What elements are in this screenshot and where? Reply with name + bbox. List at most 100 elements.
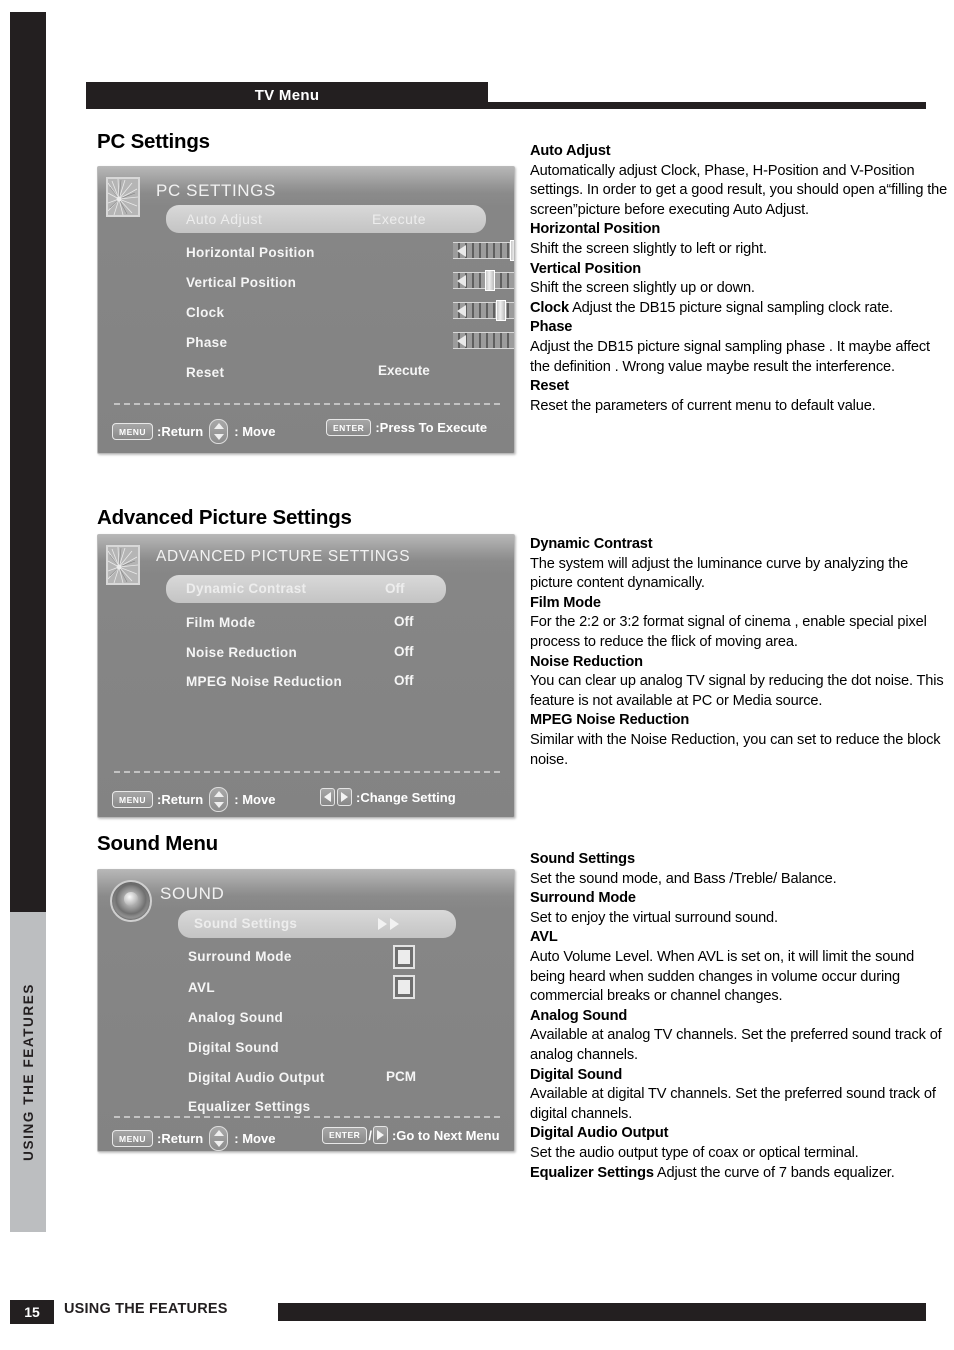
osd-row-phase[interactable]: Phase [186, 335, 227, 350]
osd-row-label: Vertical Position [186, 275, 297, 290]
slider-left-arrow-icon[interactable] [457, 244, 466, 257]
desc-title: Horizontal Position [530, 221, 661, 238]
right-arrow-key-icon[interactable] [372, 1126, 388, 1144]
desc-body: Set the audio output type of coax or opt… [530, 1144, 859, 1161]
menu-key-icon[interactable]: MENU [112, 423, 154, 440]
osd-row-label: Dynamic Contrast [186, 581, 307, 596]
slider-knob[interactable] [510, 240, 514, 261]
desc-title: Digital Audio Output [530, 1125, 669, 1142]
enter-key-icon[interactable]: ENTER [322, 1126, 368, 1144]
osd-row-mpeg-noise-reduction[interactable]: MPEG Noise Reduction [186, 674, 342, 689]
section-heading-pc-settings: PC Settings [97, 130, 210, 153]
updown-key-icon[interactable] [209, 419, 229, 444]
osd-row-label: AVL [188, 980, 215, 995]
slider-left-arrow-icon[interactable] [457, 304, 466, 317]
osd-hint-bar-pc-settings: MENU :Return : Move [112, 419, 275, 444]
slider-left-arrow-icon[interactable] [457, 274, 466, 287]
osd-row-analog-sound[interactable]: Analog Sound [188, 1010, 283, 1025]
hint-return-label: :Return [157, 792, 204, 807]
hint-move-label: : Move [234, 1131, 276, 1146]
osd-hint-next-menu-sound: ENTER / :Go to Next Menu [322, 1126, 500, 1144]
osd-row-label: Digital Sound [188, 1040, 279, 1055]
picture-starburst-icon [106, 177, 140, 217]
osd-panel-sound: SOUND Sound Settings Surround Mode AVL A… [97, 869, 515, 1152]
surround-mode-checkbox[interactable] [393, 945, 415, 969]
desc-body: Reset the parameters of current menu to … [530, 397, 876, 414]
desc-title: Digital Sound [530, 1066, 623, 1083]
osd-hint-change-advanced-picture: :Change Setting [320, 788, 456, 806]
osd-row-dynamic-contrast[interactable]: Dynamic Contrast Off [166, 575, 446, 603]
desc-title: Vertical Position [530, 260, 641, 277]
osd-panel-advanced-picture: ADVANCED PICTURE SETTINGS Dynamic Contra… [97, 534, 515, 818]
menu-key-icon[interactable]: MENU [112, 1130, 154, 1147]
desc-title: Sound Settings [530, 851, 635, 867]
desc-title: Surround Mode [530, 890, 636, 907]
osd-row-film-mode[interactable]: Film Mode [186, 615, 255, 630]
desc-body: The system will adjust the luminance cur… [530, 555, 909, 592]
osd-separator [114, 771, 500, 773]
osd-row-label: Analog Sound [188, 1010, 284, 1025]
desc-body: Automatically adjust Clock, Phase, H-Pos… [530, 162, 948, 218]
clock-slider[interactable] [453, 300, 514, 321]
vertical-position-slider[interactable] [453, 270, 514, 291]
slider-knob[interactable] [496, 300, 506, 321]
updown-key-icon[interactable] [209, 787, 229, 812]
osd-row-equalizer-settings[interactable]: Equalizer Settings [188, 1099, 310, 1114]
desc-title: Auto Adjust [530, 143, 611, 159]
hint-move-label: : Move [234, 424, 276, 439]
osd-row-sound-settings[interactable]: Sound Settings [178, 910, 456, 938]
osd-row-clock[interactable]: Clock [186, 305, 224, 320]
updown-key-icon[interactable] [209, 1126, 229, 1151]
osd-hint-bar-sound: MENU :Return : Move [112, 1126, 275, 1151]
osd-row-value-mpeg-noise-reduction: Off [394, 673, 414, 688]
osd-row-noise-reduction[interactable]: Noise Reduction [186, 645, 297, 660]
slider-knob[interactable] [485, 270, 495, 291]
manual-page: USING THE FEATURES TV Menu PC Settings P… [0, 0, 954, 1350]
osd-row-digital-sound[interactable]: Digital Sound [188, 1040, 279, 1055]
hint-return-label: :Return [157, 424, 204, 439]
sidebar-vertical-label-text: USING THE FEATURES [20, 983, 36, 1161]
desc-title: Analog Sound [530, 1007, 628, 1024]
osd-row-auto-adjust[interactable]: Auto Adjust Execute [166, 205, 486, 233]
desc-body: Adjust the DB15 picture signal sampling … [569, 299, 893, 316]
enter-key-icon[interactable]: ENTER [326, 419, 372, 436]
section-heading-advanced-picture: Advanced Picture Settings [97, 506, 352, 529]
leftright-key-icon[interactable] [320, 788, 352, 806]
desc-title: AVL [530, 929, 558, 946]
osd-row-digital-audio-output[interactable]: Digital Audio Output [188, 1070, 325, 1085]
osd-row-label: Phase [186, 335, 228, 350]
hint-move-label: : Move [234, 792, 276, 807]
description-sound-menu: Sound Settings Set the sound mode, and B… [530, 850, 950, 1183]
hint-next-menu-label: :Go to Next Menu [391, 1127, 500, 1143]
osd-separator [114, 403, 500, 405]
osd-row-horizontal-position[interactable]: Horizontal Position [186, 245, 315, 260]
osd-hint-bar-advanced-picture: MENU :Return : Move [112, 787, 275, 812]
left-arrow-key-icon[interactable] [320, 788, 335, 806]
desc-title: Dynamic Contrast [530, 536, 653, 552]
osd-row-avl[interactable]: AVL [188, 980, 215, 995]
osd-row-vertical-position[interactable]: Vertical Position [186, 275, 296, 290]
desc-title: Reset [530, 378, 569, 395]
slider-left-arrow-icon[interactable] [457, 334, 466, 347]
header-title-block: TV Menu [86, 82, 488, 108]
osd-row-value-film-mode: Off [394, 614, 414, 629]
right-arrow-key-icon[interactable] [337, 788, 352, 806]
osd-separator [114, 1116, 500, 1118]
osd-row-surround-mode[interactable]: Surround Mode [188, 949, 292, 964]
osd-row-label: Equalizer Settings [188, 1099, 311, 1114]
osd-row-value: Off [385, 581, 405, 596]
desc-title: Noise Reduction [530, 653, 643, 670]
menu-key-icon[interactable]: MENU [112, 791, 154, 808]
sidebar-black-band [10, 12, 46, 912]
osd-row-reset[interactable]: Reset [186, 365, 224, 380]
double-right-arrow-icon [378, 918, 399, 930]
phase-slider[interactable] [453, 332, 514, 349]
description-advanced-picture: Dynamic Contrast The system will adjust … [530, 535, 950, 770]
avl-checkbox[interactable] [393, 975, 415, 999]
page-number-badge: 15 [10, 1300, 54, 1324]
osd-title-advanced-picture: ADVANCED PICTURE SETTINGS [156, 548, 411, 565]
picture-starburst-icon [106, 545, 140, 585]
page-title: TV Menu [254, 86, 320, 104]
horizontal-position-slider[interactable] [453, 240, 514, 261]
hint-execute-label: :Press To Execute [375, 420, 488, 435]
